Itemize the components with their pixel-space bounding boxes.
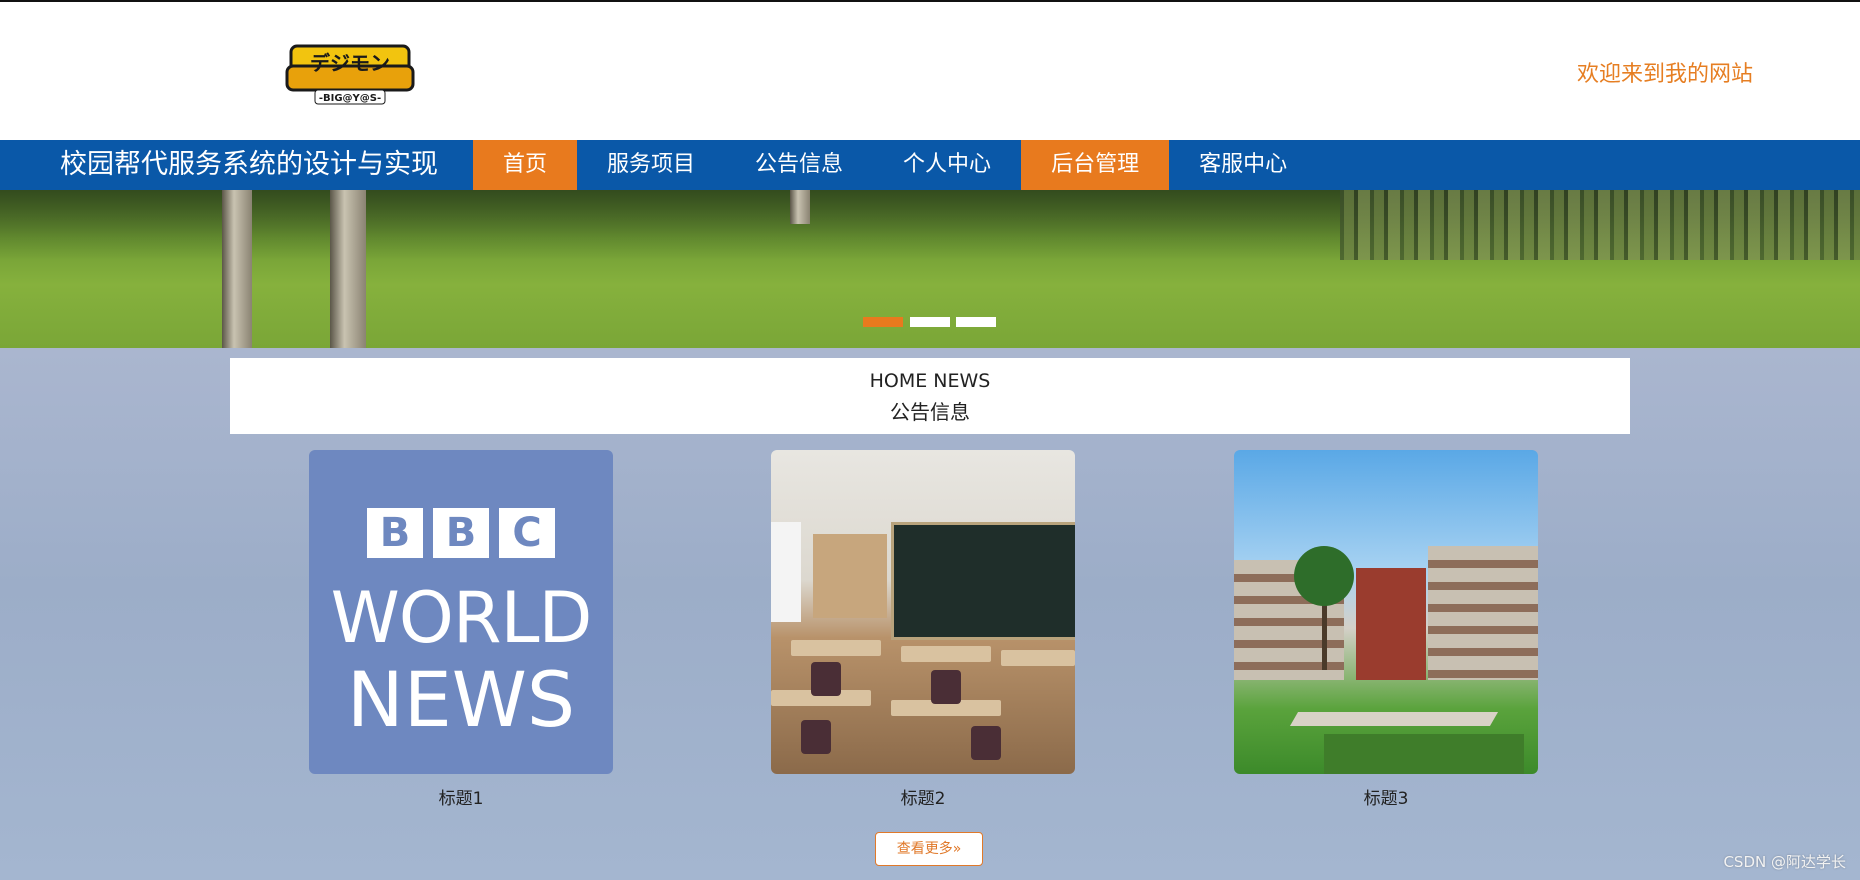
news-card-title[interactable]: 标题2: [771, 784, 1075, 809]
bbc-letter-2: B: [433, 508, 489, 558]
campus-tree-trunk: [1322, 600, 1327, 670]
news-thumbnail-classroom[interactable]: [771, 450, 1075, 774]
welcome-text: 欢迎来到我的网站: [1576, 62, 1753, 87]
nav-item-admin[interactable]: 后台管理: [1021, 140, 1170, 190]
campus-building-right: [1428, 546, 1538, 680]
view-more-button[interactable]: 查看更多»: [875, 832, 983, 866]
nav-item-customer-service[interactable]: 客服中心: [1169, 140, 1317, 190]
logo-text-bottom: -BIG@Y@S-: [319, 93, 381, 104]
classroom-chair: [811, 662, 841, 696]
bbc-logo-boxes: B B C: [367, 508, 555, 558]
campus-tower: [1356, 568, 1426, 680]
site-header: デジモン -BIG@Y@S- 欢迎来到我的网站: [0, 0, 1860, 140]
site-logo[interactable]: デジモン -BIG@Y@S-: [285, 40, 415, 106]
news-heading-cn: 公告信息: [890, 400, 970, 424]
news-card-title[interactable]: 标题1: [309, 784, 613, 809]
nav-item-personal-center[interactable]: 个人中心: [873, 140, 1021, 190]
banner-bamboo: [1340, 190, 1860, 260]
bbc-letter-3: C: [499, 508, 555, 558]
main-nav: 校园帮代服务系统的设计与实现 首页 服务项目 公告信息 个人中心 后台管理 客服…: [0, 140, 1860, 190]
nav-item-home[interactable]: 首页: [473, 140, 578, 190]
watermark: CSDN @阿达学长: [1723, 853, 1846, 871]
logo-text-top: デジモン: [310, 51, 390, 75]
campus-tree-icon: [1294, 546, 1354, 606]
bbc-world-text: WORLD: [330, 577, 593, 659]
news-section-header: HOME NEWS 公告信息: [230, 358, 1630, 434]
site-title: 校园帮代服务系统的设计与实现: [60, 149, 438, 180]
news-card-1[interactable]: B B C WORLD NEWS 标题1: [309, 450, 613, 809]
banner-tree-trunk: [790, 190, 810, 224]
classroom-desk: [1001, 650, 1075, 666]
nav-item-announcements[interactable]: 公告信息: [725, 140, 873, 190]
campus-flowerbed: [1324, 734, 1524, 774]
bbc-letter-1: B: [367, 508, 423, 558]
nav-item-services[interactable]: 服务项目: [577, 140, 725, 190]
news-thumbnail-bbc[interactable]: B B C WORLD NEWS: [309, 450, 613, 774]
campus-path: [1289, 712, 1499, 726]
news-thumbnail-campus[interactable]: [1234, 450, 1538, 774]
bbc-news-text: NEWS: [346, 655, 576, 744]
carousel-dot-3[interactable]: [956, 317, 996, 327]
classroom-blackboard: [891, 522, 1075, 640]
classroom-projector-screen: [771, 522, 801, 622]
news-card-3[interactable]: 标题3: [1234, 450, 1538, 809]
classroom-chair: [801, 720, 831, 754]
banner-tree-trunk: [330, 190, 366, 348]
carousel-dot-1[interactable]: [863, 317, 903, 327]
classroom-chair: [971, 726, 1001, 760]
classroom-corkboard: [813, 534, 887, 618]
news-card-title[interactable]: 标题3: [1234, 784, 1538, 809]
classroom-desk: [901, 646, 991, 662]
banner-tree-trunk: [222, 190, 252, 348]
carousel-dot-2[interactable]: [910, 317, 950, 327]
news-heading-en: HOME NEWS: [869, 370, 991, 392]
classroom-desk: [791, 640, 881, 656]
classroom-chair: [931, 670, 961, 704]
news-card-2[interactable]: 标题2: [771, 450, 1075, 809]
